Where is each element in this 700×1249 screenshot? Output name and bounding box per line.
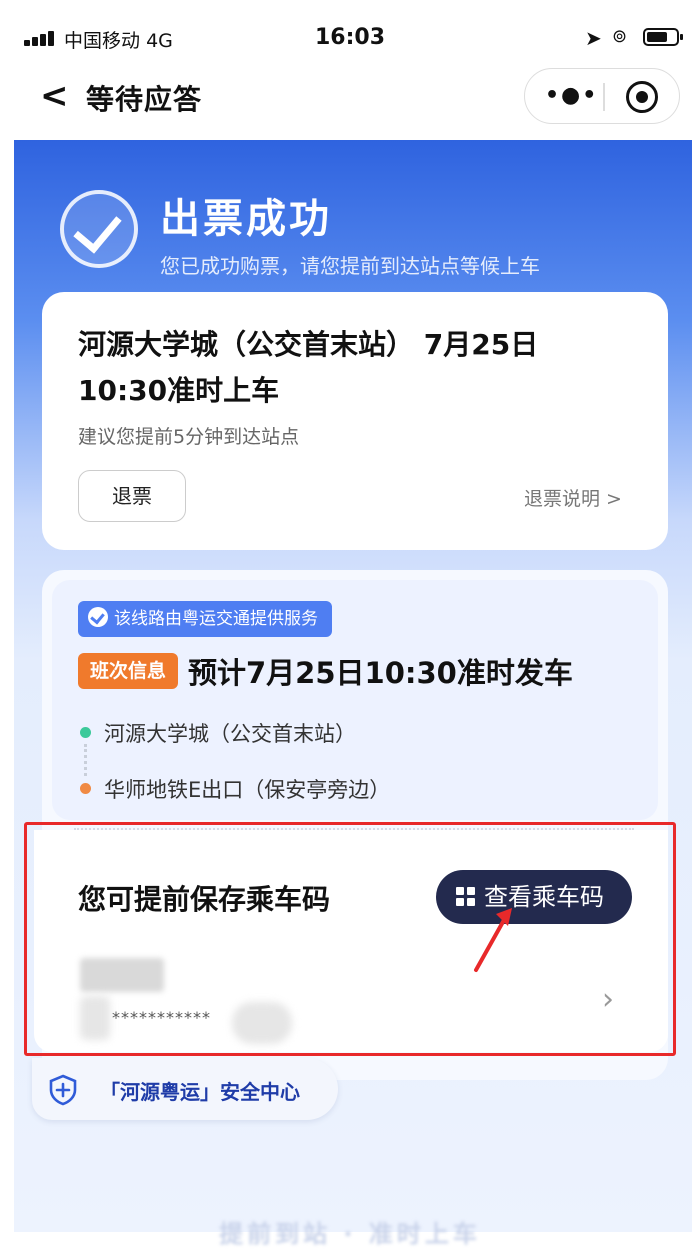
battery-icon <box>643 28 683 46</box>
schedule-badge: 班次信息 <box>78 653 178 689</box>
success-subtitle: 您已成功购票，请您提前到达站点等候上车 <box>160 254 540 278</box>
start-stop: 河源大学城（公交首末站） <box>104 722 356 746</box>
provider-tag: 该线路由粤运交通提供服务 <box>78 601 332 637</box>
location-icon: ➤ <box>585 26 602 50</box>
start-stop-dot <box>80 727 91 738</box>
mini-program-capsule: •●• <box>524 68 680 124</box>
safety-center-label: 「河源粤运」安全中心 <box>100 1080 300 1104</box>
highlight-box <box>24 822 676 1056</box>
shield-plus-icon <box>49 1074 77 1106</box>
capsule-divider <box>603 83 605 111</box>
route-line-1: 河源大学城（公交首末站） 7月25日 <box>78 328 539 361</box>
back-icon[interactable]: < <box>40 76 69 116</box>
arrival-hint: 建议您提前5分钟到达站点 <box>78 426 300 448</box>
refund-button[interactable]: 退票 <box>78 470 186 522</box>
end-stop-dot <box>80 783 91 794</box>
route-connector <box>84 744 90 776</box>
target-icon[interactable] <box>626 81 658 113</box>
departure-time: 预计7月25日10:30准时发车 <box>188 656 573 690</box>
bottom-faded-text: 提前到站 · 准时上车 <box>219 1220 481 1248</box>
alarm-icon: ⊚ <box>612 26 628 47</box>
provider-check-icon <box>88 607 108 627</box>
success-title: 出票成功 <box>160 196 332 242</box>
provider-text: 该线路由粤运交通提供服务 <box>114 609 318 629</box>
route-line-2: 10:30准时上车 <box>78 374 280 407</box>
end-stop: 华师地铁E出口（保安亭旁边） <box>104 778 391 802</box>
more-icon[interactable]: •●• <box>545 83 598 108</box>
refund-policy-link[interactable]: 退票说明 > <box>524 484 622 511</box>
route-info: 河源大学城（公交首末站） 7月25日 10:30准时上车 <box>78 322 638 414</box>
page-title: 等待应答 <box>86 83 203 116</box>
arrow-annotation <box>474 908 512 972</box>
check-circle-icon <box>60 190 138 268</box>
